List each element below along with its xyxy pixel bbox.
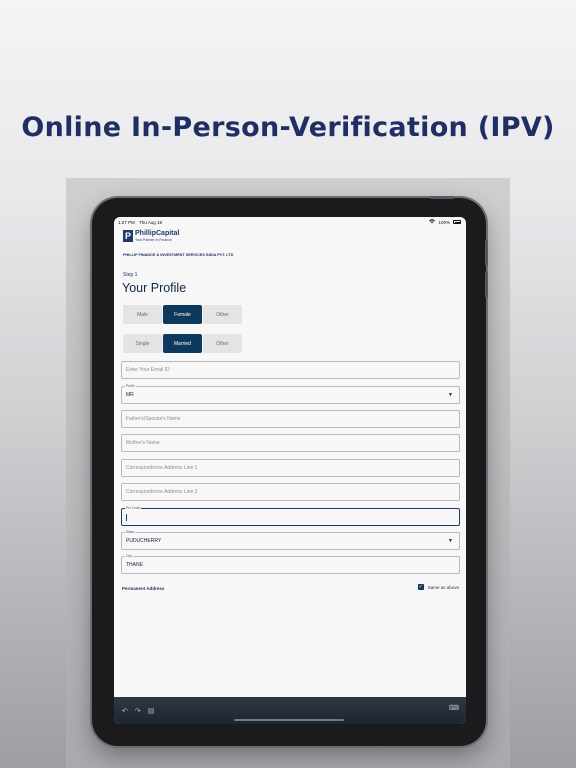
city-field[interactable]: City THANE: [121, 554, 460, 574]
mother-name-field[interactable]: Mother's Name: [121, 434, 460, 452]
address-line1-placeholder: Correspondence Address Line 1: [126, 465, 198, 471]
logo-mark: P: [123, 230, 133, 242]
volume-button: [485, 240, 488, 266]
battery-percent: 100%: [438, 219, 450, 225]
app-screen: 1:27 PM Thu Aug 19 100% P PhillipCapital…: [114, 217, 466, 724]
state-label: State: [125, 530, 136, 534]
state-select[interactable]: State PUDUCHERRY ▼: [121, 530, 460, 550]
wifi-icon: [429, 219, 436, 225]
state-value: PUDUCHERRY: [126, 538, 162, 544]
brand-name: PhillipCapital: [135, 230, 180, 237]
checkmark-icon: ✓: [417, 584, 424, 590]
brand-tagline: Your Partner In Finance: [135, 238, 172, 242]
brand-logo: P PhillipCapital Your Partner In Finance: [123, 230, 179, 242]
text-cursor: [126, 514, 127, 521]
dropdown-arrow-icon: ▼: [448, 538, 453, 544]
paste-icon[interactable]: ▤: [148, 707, 155, 715]
redo-icon[interactable]: ↷: [135, 707, 141, 715]
same-as-above-label: Same as above: [427, 584, 459, 590]
prefix-select[interactable]: Prefix MR ▼: [121, 384, 460, 404]
volume-button: [485, 272, 488, 298]
status-time: 1:27 PM: [118, 219, 135, 225]
marital-married-button[interactable]: Married: [163, 334, 202, 353]
gender-other-button[interactable]: Other: [203, 305, 242, 324]
address-line2-field[interactable]: Correspondence Address Line 2: [121, 483, 460, 501]
father-spouse-placeholder: Father's/Spouse's Name: [126, 416, 181, 422]
city-label: City: [125, 554, 134, 558]
home-indicator: [234, 719, 344, 721]
page-title: Your Profile: [122, 281, 187, 295]
email-field[interactable]: Enter Your Email ID: [121, 361, 460, 379]
prefix-value: MR: [126, 392, 134, 398]
gender-male-button[interactable]: Male: [123, 305, 162, 324]
power-button: [430, 196, 454, 199]
permanent-address-label: Permanent Address: [122, 586, 165, 591]
email-placeholder: Enter Your Email ID: [126, 367, 170, 373]
status-date: Thu Aug 19: [139, 219, 163, 225]
company-name: PHILLIP FINANCE & INVESTMENT SERVICES IN…: [123, 253, 234, 257]
step-label: Step 1: [123, 272, 138, 278]
prefix-label: Prefix: [125, 384, 136, 388]
pin-code-field[interactable]: Pin Code: [121, 506, 460, 526]
address-line1-field[interactable]: Correspondence Address Line 1: [121, 459, 460, 477]
marital-single-button[interactable]: Single: [123, 334, 162, 353]
address-line2-placeholder: Correspondence Address Line 2: [126, 489, 198, 495]
keyboard-shortcut-bar: ↶ ↷ ▤ ⌨: [114, 697, 466, 724]
status-bar: 1:27 PM Thu Aug 19 100%: [114, 217, 466, 227]
father-spouse-name-field[interactable]: Father's/Spouse's Name: [121, 410, 460, 428]
gender-female-button[interactable]: Female: [163, 305, 202, 324]
marital-other-button[interactable]: Other: [203, 334, 242, 353]
mother-name-placeholder: Mother's Name: [126, 440, 160, 446]
city-value: THANE: [126, 562, 143, 568]
pin-code-label: Pin Code: [125, 506, 142, 510]
battery-icon: [453, 220, 461, 224]
undo-icon[interactable]: ↶: [122, 707, 128, 715]
same-as-above-checkbox[interactable]: ✓ Same as above: [417, 584, 459, 590]
dropdown-arrow-icon: ▼: [448, 392, 453, 398]
keyboard-icon[interactable]: ⌨: [449, 704, 459, 712]
page-headline: Online In-Person-Verification (IPV): [21, 112, 555, 143]
